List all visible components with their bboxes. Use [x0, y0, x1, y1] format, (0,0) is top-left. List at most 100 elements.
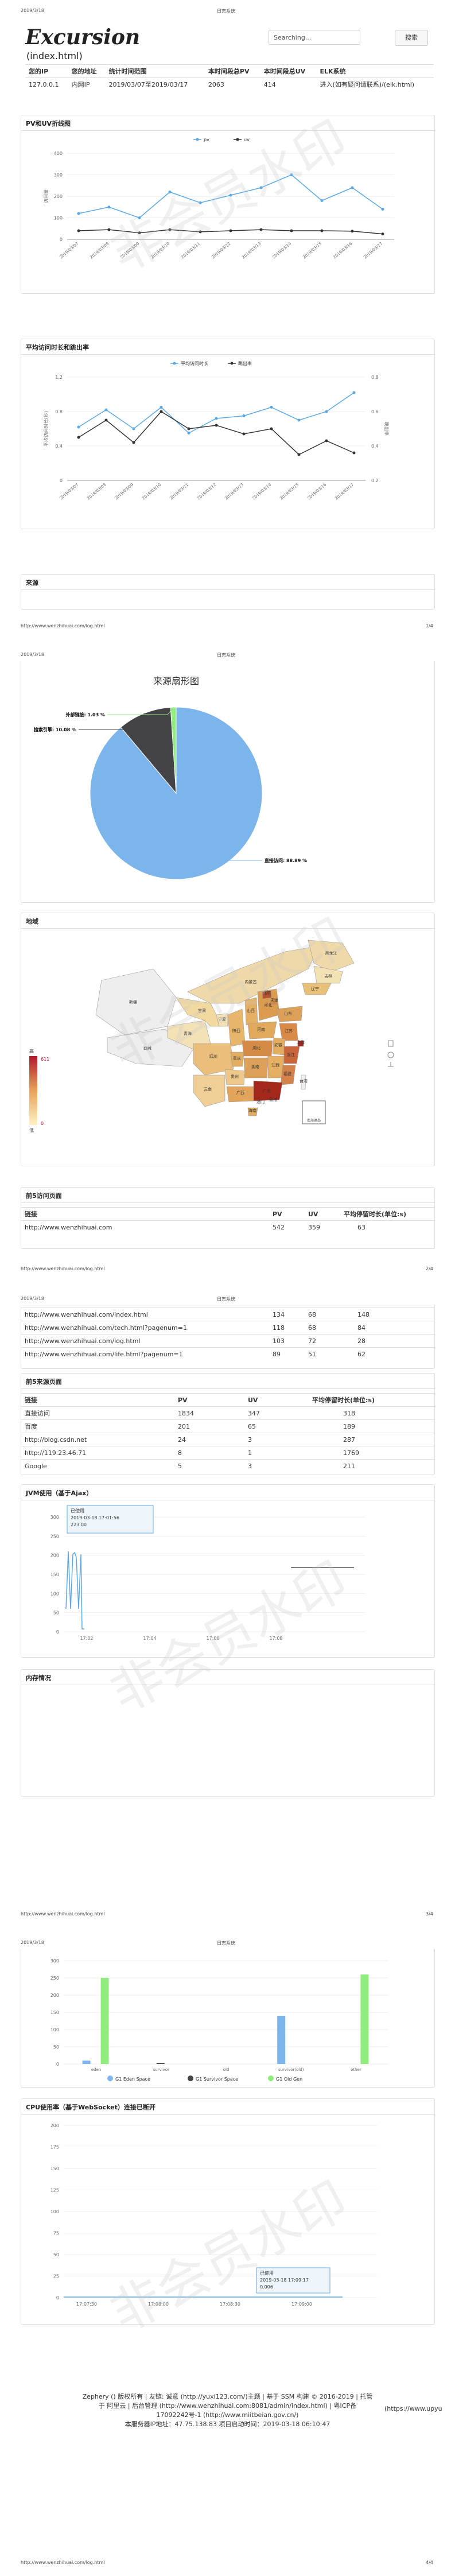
- data-point: [77, 212, 80, 215]
- legend-marker: [173, 362, 176, 365]
- page-number: 2/4: [426, 1266, 433, 1271]
- table-row: http://www.wenzhihuai.com/tech.html?page…: [21, 1321, 434, 1334]
- y-tick-label-right: 0.4: [371, 444, 379, 449]
- top5pages-table: 链接 PV UV 平均停留时长(单位:s) http://www.wenzhih…: [21, 1207, 434, 1233]
- legend-label: 平均访问时长: [181, 360, 208, 366]
- y-tick-label: 200: [50, 2123, 59, 2128]
- province-label: 山东: [284, 1011, 292, 1016]
- legend-label: G1 Survivor Space: [196, 2077, 238, 2082]
- data-point: [320, 229, 324, 232]
- bar-0: [277, 2016, 286, 2064]
- data-point: [351, 186, 354, 189]
- data-point: [351, 230, 354, 233]
- print-url: http://www.wenzhihuai.com/log.html: [21, 2560, 105, 2565]
- row-link[interactable]: http://blog.csdn.net: [21, 1433, 174, 1446]
- row-avg: 318: [309, 1406, 434, 1420]
- data-point: [215, 424, 218, 427]
- x-tick-label: 2019/03/08: [86, 482, 107, 501]
- y-tick-label: 250: [50, 1976, 59, 1981]
- top5sources-panel: 前5来源页面 链接 PV UV 平均停留时长(单位:s) 直接访问 1834 347…: [21, 1373, 435, 1475]
- table-row: http://www.wenzhihuai.com/index.html 134…: [21, 1308, 434, 1321]
- x-tick-label: 2019/03/09: [114, 482, 134, 501]
- y-tick-label: 100: [50, 1591, 59, 1596]
- summary-address: 内网IP: [68, 77, 106, 91]
- footer-right-link[interactable]: (https://www.upyu: [384, 2405, 442, 2412]
- summary-table: 您的IP 您的地址 统计时间范围 本时间段总PV 本时间段总UV ELK系统 1…: [25, 64, 434, 91]
- pvuv-panel: PV和UV折线图 0 100 200 300 400 访问量 2019/03/07 2019/…: [21, 115, 435, 294]
- x-tick-label: 17:09:00: [291, 2302, 312, 2307]
- summary-elk-link[interactable]: 进入(如有疑问请联系)/(elk.html): [316, 77, 434, 91]
- row-uv: 3: [244, 1433, 309, 1446]
- x-tick-label: 2019/03/09: [119, 241, 140, 259]
- row-uv: 1: [244, 1446, 309, 1460]
- col-avg: 平均停留时长(单位:s): [309, 1393, 434, 1407]
- data-point: [270, 406, 273, 409]
- search-input[interactable]: Searching...: [269, 30, 360, 45]
- summary-header: 本时间段总PV: [204, 64, 260, 78]
- brand-title[interactable]: Excursion: [25, 25, 140, 49]
- x-tick-label: 2019/03/08: [89, 241, 110, 259]
- data-point: [138, 216, 141, 219]
- jvm-used-line: [65, 1551, 84, 1630]
- row-uv: 72: [305, 1334, 340, 1348]
- row-pv: 542: [269, 1220, 305, 1233]
- x-tick-label: 2019/03/12: [211, 241, 231, 259]
- data-point: [352, 451, 356, 455]
- y-tick-label: 0: [56, 2295, 59, 2300]
- visual-map-high: 高: [29, 1048, 34, 1054]
- data-point: [199, 230, 202, 234]
- search-button[interactable]: 搜索: [395, 30, 428, 46]
- print-date: 2019/3/18: [21, 8, 45, 13]
- y-tick-label: 125: [50, 2188, 59, 2193]
- province-label: 吉林: [324, 973, 332, 979]
- province-内蒙古: [187, 945, 320, 1004]
- x-tick-label: 2019/03/11: [180, 241, 201, 259]
- row-link[interactable]: http://119.23.46.71: [21, 1446, 174, 1460]
- jvm-title: JVM使用（基于Ajax）: [26, 1489, 93, 1497]
- province-label: 浙江: [287, 1052, 295, 1057]
- region-map: 新疆西藏 青海 甘肃 内蒙古 黑龙江吉林辽宁宁夏陕西 山西 河北 北京天津山东河南 江苏安徽 上海…: [29, 940, 394, 1133]
- row-link[interactable]: http://www.wenzhihuai.com/tech.html?page…: [21, 1321, 269, 1334]
- province-label: 山西: [247, 1008, 255, 1013]
- legend-swatch: [188, 2075, 193, 2081]
- province-label: 辽宁: [311, 986, 319, 991]
- pvuv-chart: 0 100 200 300 400 访问量 2019/03/07 2019/03/08 2019…: [43, 137, 394, 259]
- y-tick-label-right: 0.8: [371, 375, 379, 380]
- province-label: 福建: [283, 1071, 291, 1076]
- cpu-chart: 0 25 50 75 100 125 150 175 200 17:07:30 17:08:00 17…: [50, 2123, 377, 2307]
- y-tick-label-left: 0.4: [55, 444, 63, 449]
- x-tick-label: 17:04: [143, 1636, 156, 1641]
- y-tick-label: 75: [53, 2231, 59, 2236]
- col-pv: PV: [269, 1207, 305, 1221]
- visual-map-max: 611: [41, 1057, 49, 1062]
- visual-map-bar: [29, 1056, 37, 1125]
- jvm-tooltip-value: 223.00: [71, 1522, 87, 1527]
- row-link: 百度: [21, 1419, 174, 1433]
- legend-label: uv: [244, 137, 250, 142]
- province-label: 江苏: [285, 1028, 293, 1033]
- province-label: 甘肃: [198, 1008, 206, 1013]
- summary-header: 您的地址: [68, 64, 106, 78]
- avg-panel: 平均访问时长和跳出率 0 0.4 0.8 1.2 0.2 0.4 0.6 0.8 平均访问时长(…: [21, 339, 435, 529]
- jvm-chart: 0 50 100 150 200 250 300 17:02 17:04 17:06 17:08 已使…: [50, 1505, 365, 1641]
- summary-header: 统计时间范围: [105, 64, 205, 78]
- row-link[interactable]: http://www.wenzhihuai.com/life.html?page…: [21, 1347, 269, 1360]
- data-point: [259, 228, 263, 231]
- table-row: 直接访问 1834 347 318: [21, 1406, 434, 1420]
- y-tick-label: 400: [54, 151, 63, 156]
- pvuv-title: PV和UV折线图: [26, 120, 71, 127]
- pie-label: 直接访问: 88.89 %: [265, 858, 307, 863]
- y-tick-label: 300: [54, 173, 63, 178]
- region-title: 地域: [26, 918, 38, 925]
- province-label: 江西: [271, 1063, 279, 1068]
- row-link[interactable]: http://www.wenzhihuai.com/index.html: [21, 1308, 269, 1321]
- y-tick-label: 150: [50, 1572, 59, 1577]
- top5pages-panel: 前5访问页面 链接 PV UV 平均停留时长(单位:s) http://www.…: [21, 1187, 435, 1249]
- footer-line-1[interactable]: Zephery () 版权所有 | 友链: 诚意 (http://yuxi123…: [0, 2392, 455, 2402]
- table-row: http://blog.csdn.net 24 3 287: [21, 1433, 434, 1446]
- x-tick-label: survivor: [153, 2067, 169, 2072]
- row-link[interactable]: http://www.wenzhihuai.com/log.html: [21, 1334, 269, 1348]
- row-link[interactable]: http://www.wenzhihuai.com: [21, 1220, 269, 1233]
- row-pv: 5: [174, 1459, 244, 1472]
- data-point: [242, 432, 246, 436]
